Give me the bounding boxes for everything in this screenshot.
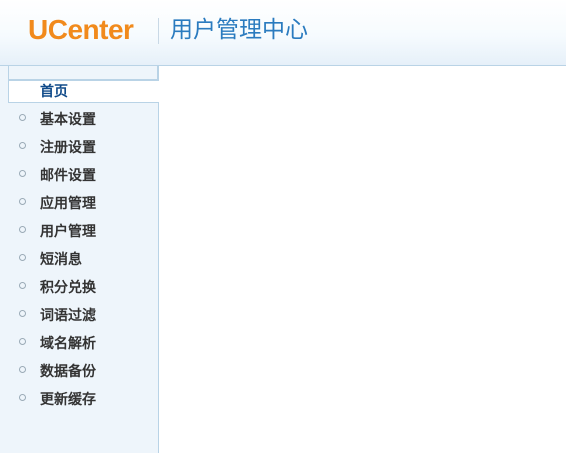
nav-item-credit-exchange[interactable]: 积分兑换 bbox=[0, 274, 158, 302]
nav-item-label: 邮件设置 bbox=[40, 168, 96, 184]
nav-item-data-backup[interactable]: 数据备份 bbox=[0, 358, 158, 386]
bullet-icon bbox=[19, 310, 26, 317]
nav-item-app-management[interactable]: 应用管理 bbox=[0, 190, 158, 218]
nav-item-home[interactable]: 首页 bbox=[8, 80, 159, 103]
nav-item-word-filter[interactable]: 词语过滤 bbox=[0, 302, 158, 330]
nav-item-mail-settings[interactable]: 邮件设置 bbox=[0, 162, 158, 190]
nav-item-label: 注册设置 bbox=[40, 140, 96, 156]
bullet-icon bbox=[19, 394, 26, 401]
nav-item-home-label: 首页 bbox=[40, 84, 68, 100]
nav-item-label: 域名解析 bbox=[40, 336, 96, 352]
nav-item-short-messages[interactable]: 短消息 bbox=[0, 246, 158, 274]
nav-item-register-settings[interactable]: 注册设置 bbox=[0, 134, 158, 162]
nav-item-label: 短消息 bbox=[40, 252, 82, 268]
bullet-icon bbox=[19, 226, 26, 233]
nav-item-label: 用户管理 bbox=[40, 224, 96, 240]
sidebar-nav: 基本设置 注册设置 邮件设置 应用管理 用户管理 短消息 积分兑换 词语过滤 域… bbox=[0, 106, 158, 414]
app-title: 用户管理中心 bbox=[170, 17, 308, 43]
bullet-icon bbox=[19, 254, 26, 261]
header: UCenter 用户管理中心 bbox=[0, 0, 566, 66]
nav-item-label: 数据备份 bbox=[40, 364, 96, 380]
nav-item-label: 词语过滤 bbox=[40, 308, 96, 324]
nav-item-label: 更新缓存 bbox=[40, 392, 96, 408]
bullet-icon bbox=[19, 170, 26, 177]
bullet-icon bbox=[19, 142, 26, 149]
nav-item-label: 积分兑换 bbox=[40, 280, 96, 296]
bullet-icon bbox=[19, 282, 26, 289]
header-divider bbox=[158, 18, 159, 44]
nav-item-user-management[interactable]: 用户管理 bbox=[0, 218, 158, 246]
nav-item-domain-resolution[interactable]: 域名解析 bbox=[0, 330, 158, 358]
ucenter-logo[interactable]: UCenter bbox=[28, 14, 134, 46]
sidebar-top-strip bbox=[8, 66, 158, 80]
nav-item-label: 应用管理 bbox=[40, 196, 96, 212]
bullet-icon bbox=[19, 366, 26, 373]
main-content bbox=[159, 66, 566, 453]
nav-item-update-cache[interactable]: 更新缓存 bbox=[0, 386, 158, 414]
bullet-icon bbox=[19, 338, 26, 345]
nav-item-basic-settings[interactable]: 基本设置 bbox=[0, 106, 158, 134]
nav-item-label: 基本设置 bbox=[40, 112, 96, 128]
bullet-icon bbox=[19, 198, 26, 205]
bullet-icon bbox=[19, 114, 26, 121]
